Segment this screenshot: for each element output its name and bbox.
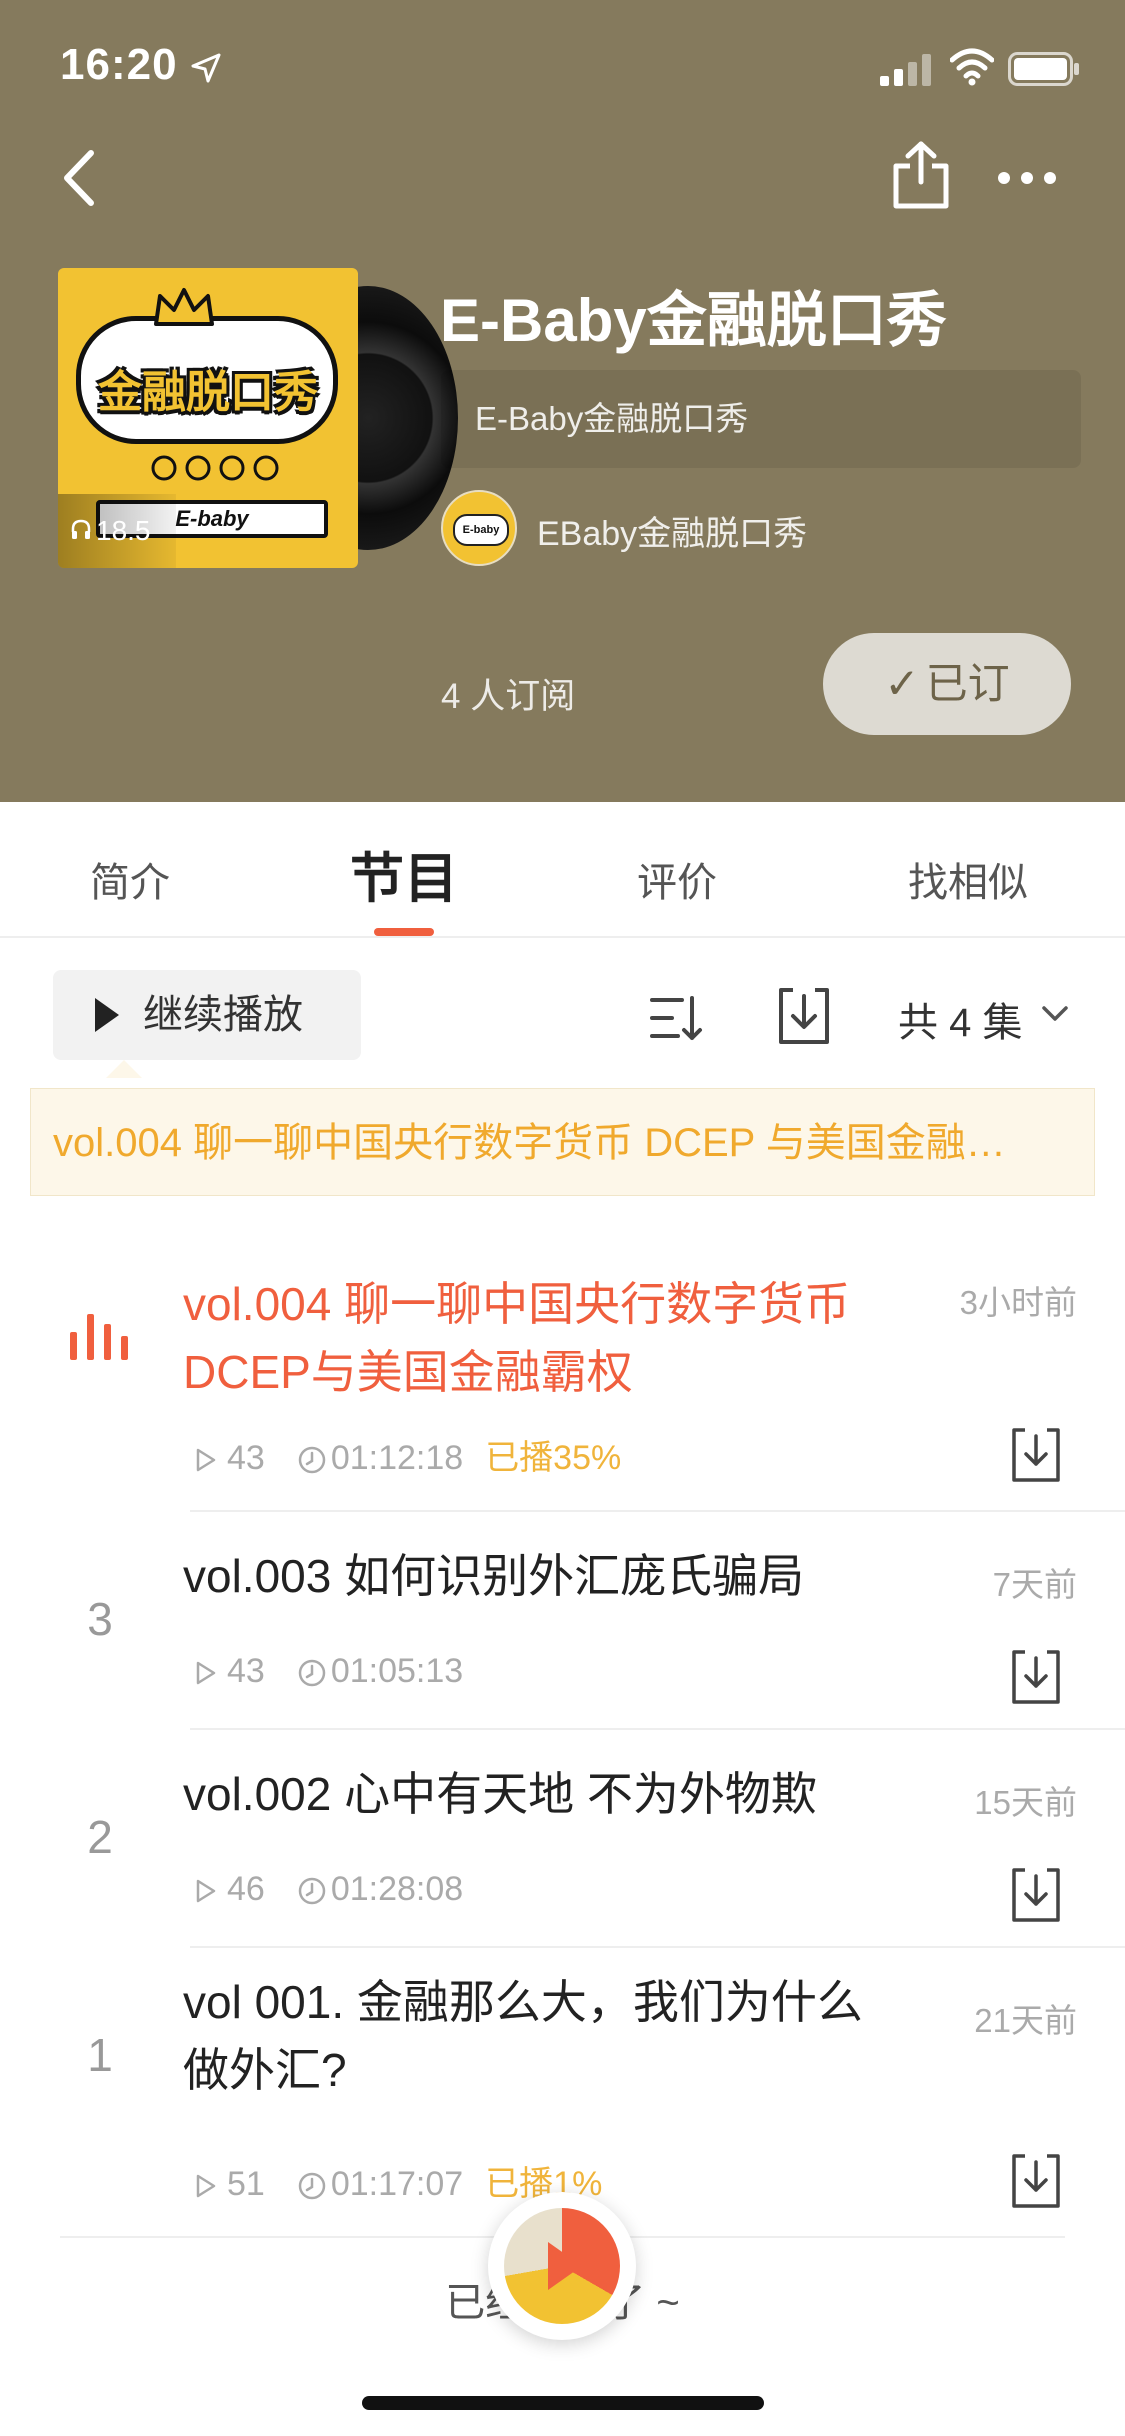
play-count-icon [196, 1448, 216, 1472]
subscribed-label: 已订 [925, 660, 1010, 707]
episode-plays: 51 [227, 2165, 265, 2203]
episode-meta: 43 01:05:13 [195, 1652, 463, 1696]
cover-play-count-value: 18.5 [96, 515, 151, 546]
sort-icon[interactable] [648, 990, 704, 1046]
episode-duration: 01:17:07 [330, 2165, 464, 2203]
share-button[interactable] [890, 140, 952, 210]
episode-row[interactable]: 2 vol.002 心中有天地 不为外物欺 15天前 46 01:28:08 [0, 1730, 1125, 1948]
tab-intro[interactable]: 简介 [90, 850, 170, 908]
location-arrow-icon [191, 53, 221, 83]
coins-icon [151, 455, 279, 481]
author-name: EBaby金融脱口秀 [537, 515, 808, 553]
checkmark-icon: ✓ [884, 660, 920, 707]
episode-count[interactable]: 共 4 集 [898, 990, 1022, 1048]
episode-index: 2 [87, 1811, 113, 1863]
continue-play-label: 继续播放 [143, 993, 303, 1037]
download-icon[interactable] [1009, 1866, 1063, 1924]
tab-bar: 简介 节目 评价 找相似 [0, 802, 1125, 938]
cover-image: 金融脱口秀 E-baby 18.5 [58, 268, 358, 568]
cover-play-count: 18.5 [58, 494, 176, 568]
podcast-description[interactable]: E-Baby金融脱口秀 [441, 370, 1081, 468]
download-icon[interactable] [1009, 1426, 1063, 1484]
crown-icon [154, 288, 214, 326]
subscriber-count: 4 人订阅 [441, 677, 576, 716]
now-playing-bars-icon [70, 1314, 128, 1360]
play-icon [95, 998, 119, 1032]
clock-icon [298, 1659, 326, 1687]
episode-time: 7天前 [992, 1566, 1077, 1603]
episode-title: vol.002 心中有天地 不为外物欺 [183, 1768, 817, 1820]
download-all-icon[interactable] [775, 986, 833, 1046]
cover-art-title: 金融脱口秀 [98, 368, 318, 417]
chevron-down-icon[interactable] [1040, 1004, 1070, 1024]
status-bar: 16:20 [0, 0, 1125, 140]
episode-time: 3小时前 [959, 1284, 1077, 1321]
podcast-header: 16:20 金融脱口秀 E-baby 18.5 E-Baby金融脱口秀 E-Ba… [0, 0, 1125, 802]
back-button[interactable] [55, 145, 105, 211]
episode-title: vol.003 如何识别外汇庞氏骗局 [183, 1550, 805, 1602]
episode-progress: 已播35% [485, 1439, 622, 1477]
podcast-title: E-Baby金融脱口秀 [440, 287, 947, 354]
download-icon[interactable] [1009, 2152, 1063, 2210]
floating-mini-player[interactable] [488, 2192, 636, 2340]
episode-duration: 01:05:13 [330, 1652, 464, 1690]
episode-time: 15天前 [974, 1784, 1077, 1821]
episode-index: 3 [87, 1593, 113, 1645]
tab-episodes[interactable]: 节目 [350, 834, 458, 913]
status-time: 16:20 [60, 40, 178, 89]
episode-plays: 46 [227, 1870, 265, 1908]
battery-icon [1008, 52, 1079, 86]
episode-plays: 43 [227, 1652, 265, 1690]
episode-row[interactable]: vol.004 聊一聊中国央行数字货币DCEP与美国金融霸权 3小时前 43 01… [0, 1260, 1125, 1512]
home-indicator [362, 2396, 764, 2410]
tooltip-arrow [106, 1060, 142, 1078]
mini-player-play-icon [548, 2242, 582, 2290]
episode-meta: 51 01:17:07 已播1% [195, 2156, 602, 2203]
play-count-icon [196, 1879, 216, 1903]
episode-toolbar: 继续播放 共 4 集 [0, 938, 1125, 1088]
active-tab-indicator [374, 928, 434, 936]
clock-icon [298, 2172, 326, 2200]
clock-icon [298, 1446, 326, 1474]
wifi-icon [950, 48, 994, 86]
episode-plays: 43 [227, 1439, 265, 1477]
more-options-button[interactable] [996, 160, 1058, 196]
episode-time: 21天前 [974, 2002, 1077, 2039]
episode-duration: 01:28:08 [330, 1870, 464, 1908]
episode-meta: 46 01:28:08 [195, 1870, 463, 1914]
tab-similar[interactable]: 找相似 [908, 850, 1028, 908]
podcast-cover[interactable]: 金融脱口秀 E-baby 18.5 [58, 268, 458, 568]
episode-index: 1 [87, 2029, 113, 2081]
play-count-icon [196, 2174, 216, 2198]
episode-row[interactable]: 3 vol.003 如何识别外汇庞氏骗局 7天前 43 01:05:13 [0, 1512, 1125, 1730]
episode-title: vol.004 聊一聊中国央行数字货币DCEP与美国金融霸权 [183, 1278, 851, 1398]
cellular-signal-icon [880, 54, 931, 86]
author-avatar: E-baby [441, 490, 517, 566]
episode-duration: 01:12:18 [330, 1439, 464, 1477]
podcast-page: 16:20 金融脱口秀 E-baby 18.5 E-Baby金融脱口秀 E-Ba… [0, 0, 1125, 2436]
download-icon[interactable] [1009, 1648, 1063, 1706]
subscribed-button[interactable]: ✓ 已订 [823, 633, 1071, 735]
continue-play-button[interactable]: 继续播放 [53, 970, 361, 1060]
episode-meta: 43 01:12:18 已播35% [195, 1430, 622, 1477]
episode-title: vol 001. 金融那么大，我们为什么做外汇? [183, 1976, 863, 2096]
clock-icon [298, 1877, 326, 1905]
tab-reviews[interactable]: 评价 [637, 850, 717, 908]
headphones-icon [71, 519, 91, 539]
last-played-banner[interactable]: vol.004 聊一聊中国央行数字货币 DCEP 与美国金融… [30, 1088, 1095, 1196]
play-count-icon [196, 1661, 216, 1685]
author-avatar-text: E-baby [453, 514, 509, 546]
